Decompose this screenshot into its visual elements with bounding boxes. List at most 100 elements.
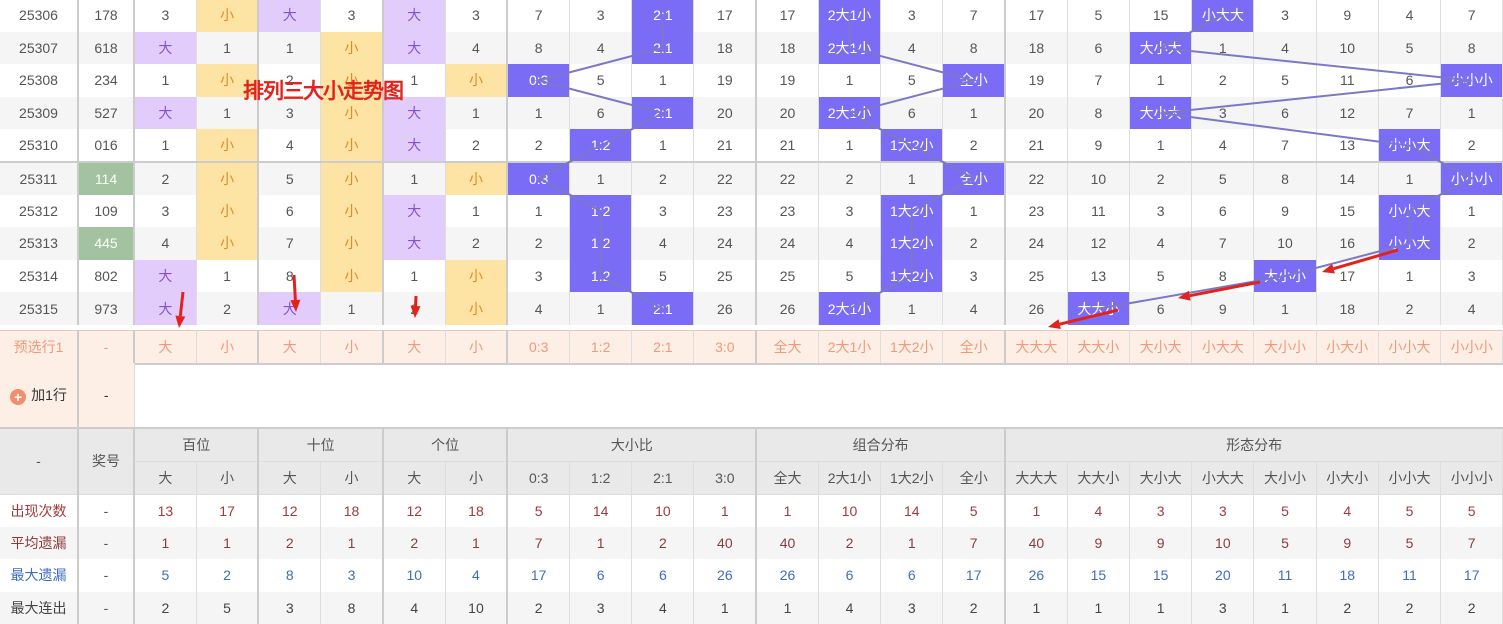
trend-cell: 6 xyxy=(1130,292,1192,325)
stats-value: 4 xyxy=(632,592,694,624)
column-header: 全大 xyxy=(756,461,818,494)
preselect-option[interactable]: 大 xyxy=(134,331,196,364)
preselect-option[interactable]: 2:1 xyxy=(632,331,694,364)
trend-cell: 小 xyxy=(196,0,258,32)
trend-cell: 18 xyxy=(756,32,818,65)
stats-value: 4 xyxy=(818,592,880,624)
trend-cell: 2 xyxy=(507,129,569,162)
preselect-option[interactable]: 2大1小 xyxy=(818,331,880,364)
trend-cell: 13 xyxy=(1316,129,1378,162)
stats-value: 1 xyxy=(196,527,258,560)
trend-cell: 8 xyxy=(1254,162,1316,195)
add-row-button[interactable]: + 加1行 xyxy=(0,363,78,427)
trend-cell: 5 xyxy=(632,260,694,293)
preselect-option[interactable]: 大小大 xyxy=(1130,331,1192,364)
trend-cell: 11 xyxy=(1067,195,1129,228)
trend-cell: 3 xyxy=(570,0,632,32)
preselect-option[interactable]: 大 xyxy=(258,331,320,364)
stats-value: 2 xyxy=(818,527,880,560)
trend-cell: 3 xyxy=(818,195,880,228)
add-row-empty xyxy=(134,363,1503,427)
preselect-option[interactable]: 0:3 xyxy=(507,331,569,364)
preselect-option[interactable]: 全大 xyxy=(756,331,818,364)
preselect-option[interactable]: 小 xyxy=(445,331,507,364)
stats-value: 2 xyxy=(632,527,694,560)
trend-cell: 4 xyxy=(570,32,632,65)
stats-row: 最大连出-25384102341143211131222 xyxy=(0,592,1503,624)
draw-number-cell: 178 xyxy=(78,0,134,32)
preselect-option[interactable]: 小大小 xyxy=(1316,331,1378,364)
trend-cell: 3 xyxy=(943,260,1005,293)
column-header: 大小小 xyxy=(1254,461,1316,494)
trend-cell: 26 xyxy=(756,292,818,325)
draw-number-cell: 973 xyxy=(78,292,134,325)
preselect-option[interactable]: 小小大 xyxy=(1378,331,1440,364)
trend-cell: 2:1 xyxy=(632,32,694,65)
stats-value: 4 xyxy=(1316,494,1378,527)
trend-cell: 10 xyxy=(1254,227,1316,260)
trend-cell: 大 xyxy=(383,195,445,228)
trend-cell: 9 xyxy=(1067,129,1129,162)
trend-cell: 大小大 xyxy=(1130,97,1192,130)
trend-cell: 4 xyxy=(881,32,943,65)
preselect-option[interactable]: 小小小 xyxy=(1441,331,1503,364)
trend-cell: 2 xyxy=(1441,227,1503,260)
trend-cell: 小 xyxy=(445,260,507,293)
stats-value: 1 xyxy=(570,527,632,560)
stats-value: 1 xyxy=(134,527,196,560)
trend-cell: 13 xyxy=(1067,260,1129,293)
stats-value: 40 xyxy=(694,527,756,560)
stats-value: 9 xyxy=(1316,527,1378,560)
preselect-option[interactable]: 小大大 xyxy=(1192,331,1254,364)
add-row-label: 加1行 xyxy=(31,387,67,403)
trend-cell: 小 xyxy=(321,227,383,260)
stats-value: 17 xyxy=(507,559,569,592)
table-row: 25314802大18小1小31:25252551大2小3251358大小小17… xyxy=(0,260,1503,293)
trend-cell: 24 xyxy=(756,227,818,260)
trend-cell: 1 xyxy=(1130,64,1192,97)
trend-cell: 3 xyxy=(1254,0,1316,32)
stats-value: 1 xyxy=(881,527,943,560)
stats-value: 2 xyxy=(383,527,445,560)
preselect-option[interactable]: 3:0 xyxy=(694,331,756,364)
stats-value: 13 xyxy=(134,494,196,527)
stats-value: 1 xyxy=(1005,592,1067,624)
preselect-option[interactable]: 小 xyxy=(196,331,258,364)
stats-num: - xyxy=(78,592,134,624)
trend-cell: 1大2小 xyxy=(881,260,943,293)
trend-cell: 3 xyxy=(507,260,569,293)
table-row: 253111142小5小1小0:312222221全小2210258141小小小 xyxy=(0,162,1503,195)
stats-row: 平均遗漏-11212171240402174099105957 xyxy=(0,527,1503,560)
preselect-option[interactable]: 小 xyxy=(321,331,383,364)
stats-value: 5 xyxy=(1254,494,1316,527)
stats-value: 3 xyxy=(881,592,943,624)
stats-value: 1 xyxy=(1067,592,1129,624)
trend-cell: 1 xyxy=(445,195,507,228)
preselect-option[interactable]: 大大大 xyxy=(1005,331,1067,364)
stats-value: 10 xyxy=(383,559,445,592)
preselect-option[interactable]: 1:2 xyxy=(570,331,632,364)
trend-cell: 2 xyxy=(1192,64,1254,97)
trend-cell: 22 xyxy=(756,162,818,195)
trend-cell: 3 xyxy=(321,0,383,32)
column-header: 小 xyxy=(196,461,258,494)
preselect-option[interactable]: 全小 xyxy=(943,331,1005,364)
trend-cell: 大小大 xyxy=(1130,32,1192,65)
preselect-option[interactable]: 大 xyxy=(383,331,445,364)
trend-cell: 4 xyxy=(1378,0,1440,32)
trend-cell: 19 xyxy=(756,64,818,97)
table-row: 25307618大11小大4842:118182大1小48186大小大14105… xyxy=(0,32,1503,65)
trend-cell: 小 xyxy=(196,162,258,195)
plus-circle-icon: + xyxy=(10,389,26,405)
preselect-option[interactable]: 大小小 xyxy=(1254,331,1316,364)
stats-value: 9 xyxy=(1067,527,1129,560)
stats-value: 3 xyxy=(258,592,320,624)
trend-cell: 8 xyxy=(943,32,1005,65)
stats-value: 26 xyxy=(694,559,756,592)
preselect-option[interactable]: 1大2小 xyxy=(881,331,943,364)
trend-cell: 3 xyxy=(134,195,196,228)
trend-cell: 1 xyxy=(134,129,196,162)
trend-table: 253061783小大3大3732:117172大1小3717515小大大394… xyxy=(0,0,1503,325)
preselect-option[interactable]: 大大小 xyxy=(1067,331,1129,364)
column-header: 全小 xyxy=(943,461,1005,494)
